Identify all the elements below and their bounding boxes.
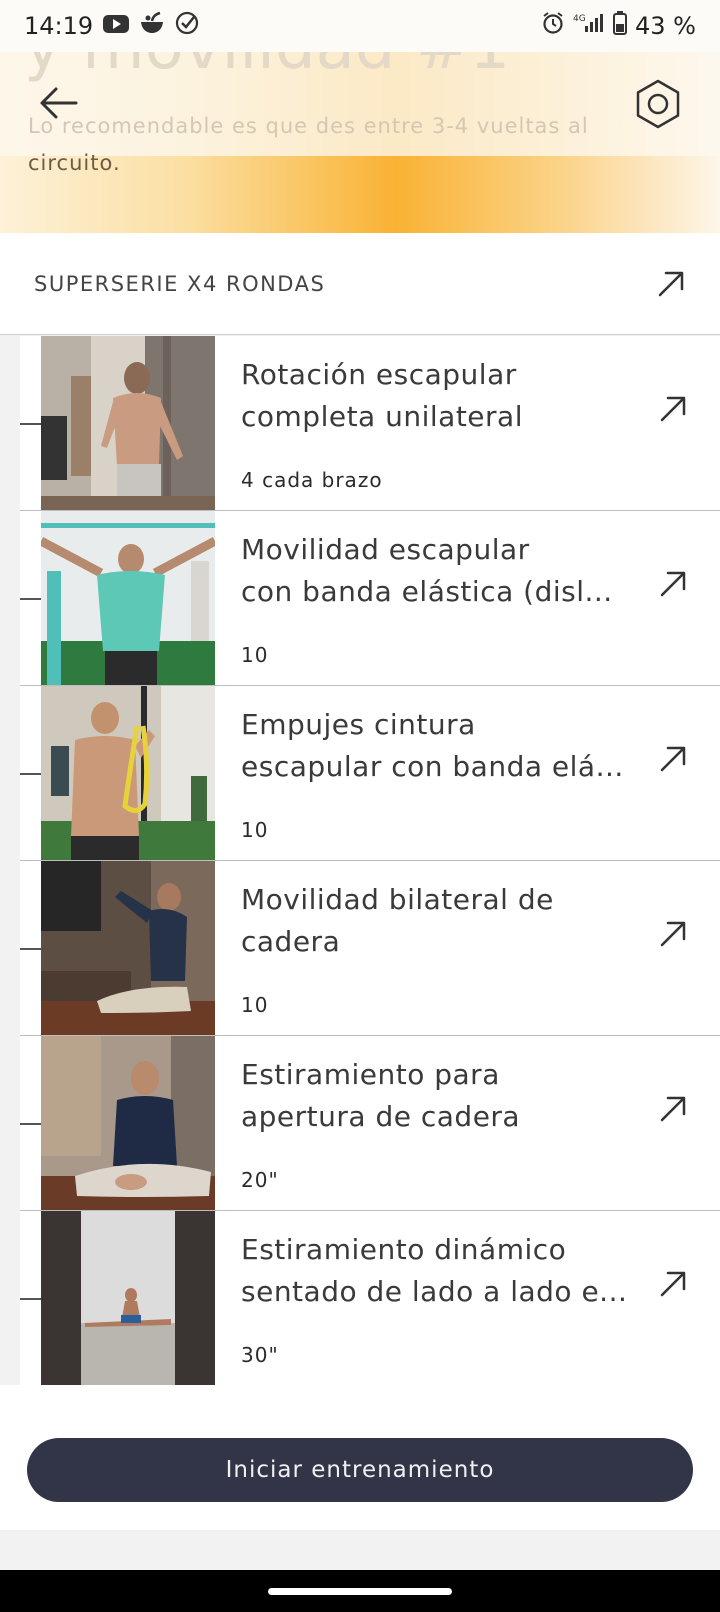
exercise-item[interactable]: Rotación escapular completa unilateral 4… xyxy=(20,336,720,511)
exercise-thumbnail xyxy=(41,686,215,860)
signal-icon: 4G xyxy=(573,12,605,40)
exercise-thumbnail xyxy=(41,1036,215,1210)
description-line2: circuito. xyxy=(28,151,121,175)
exercise-name-line2: escapular con banda elá... xyxy=(241,750,624,783)
exercise-name-line1: Estiramiento dinámico xyxy=(241,1233,567,1266)
circuit-tick xyxy=(20,773,41,775)
exercise-thumbnail xyxy=(41,511,215,685)
exercise-thumbnail xyxy=(41,1211,215,1385)
header-banner: y movilidad #1 Lo recomendable es que de… xyxy=(0,52,720,233)
home-indicator[interactable] xyxy=(268,1588,452,1595)
superset-header[interactable]: SUPERSERIE X4 RONDAS xyxy=(0,233,720,335)
bowl-icon xyxy=(139,11,165,41)
network-type-label: 4G xyxy=(573,14,586,24)
arrow-up-right-icon xyxy=(660,1096,686,1122)
exercise-name: Rotación escapular completa unilateral xyxy=(241,358,523,433)
description-line1: Lo recomendable es que des entre 3-4 vue… xyxy=(28,114,589,138)
arrow-left-icon xyxy=(40,87,78,119)
exercise-name-line1: Movilidad escapular xyxy=(241,533,530,566)
exercise-reps: 4 cada brazo xyxy=(241,468,383,492)
circuit-tick xyxy=(20,1123,41,1125)
arrow-up-right-icon xyxy=(660,1271,686,1297)
circuit-tick xyxy=(20,948,41,950)
exercise-item[interactable]: Movilidad escapular con banda elástica (… xyxy=(20,511,720,686)
exercise-name: Estiramiento para apertura de cadera xyxy=(241,1058,521,1133)
arrow-up-right-icon xyxy=(658,271,684,296)
exercise-item[interactable]: Movilidad bilateral de cadera 10 xyxy=(20,861,720,1036)
workout-description: Lo recomendable es que des entre 3-4 vue… xyxy=(28,108,648,182)
battery-percent: 43 % xyxy=(635,12,696,40)
exercise-reps: 10 xyxy=(241,993,269,1017)
settings-button[interactable] xyxy=(632,78,684,130)
exercise-reps: 10 xyxy=(241,818,269,842)
exercise-name: Movilidad bilateral de cadera xyxy=(241,883,554,958)
exercise-name: Empujes cintura escapular con banda elá.… xyxy=(241,704,631,788)
status-right: 4G 43 % xyxy=(541,11,696,41)
battery-icon xyxy=(613,11,628,41)
status-left: 14:19 xyxy=(24,11,199,41)
workout-title: y movilidad #1 xyxy=(24,52,510,84)
arrow-up-right-icon xyxy=(660,396,686,422)
exercise-name-line2: sentado de lado a lado e... xyxy=(241,1275,628,1308)
cta-area: Iniciar entrenamiento xyxy=(0,1385,720,1530)
exercise-thumbnail xyxy=(41,861,215,1035)
exercise-name: Estiramiento dinámico sentado de lado a … xyxy=(241,1229,631,1313)
status-bar: 14:19 4G 43 % xyxy=(0,0,720,52)
arrow-up-right-icon xyxy=(660,571,686,597)
clock: 14:19 xyxy=(24,12,94,40)
exercise-item[interactable]: Estiramiento para apertura de cadera 20" xyxy=(20,1036,720,1211)
check-circle-icon xyxy=(175,11,199,41)
exercise-name: Movilidad escapular con banda elástica (… xyxy=(241,529,631,613)
circuit-tick xyxy=(20,423,41,425)
back-button[interactable] xyxy=(36,80,84,128)
exercise-name-line2: con banda elástica (disl... xyxy=(241,575,613,608)
settings-hexagon-icon xyxy=(636,79,680,129)
arrow-up-right-icon xyxy=(660,746,686,772)
alarm-icon xyxy=(541,11,565,41)
superset-title: SUPERSERIE X4 RONDAS xyxy=(34,271,326,296)
exercise-item[interactable]: Estiramiento dinámico sentado de lado a … xyxy=(20,1211,720,1386)
exercise-thumbnail xyxy=(41,336,215,510)
exercise-reps: 20" xyxy=(241,1168,279,1192)
system-nav-bar xyxy=(0,1570,720,1612)
circuit-tick xyxy=(20,1298,41,1300)
exercise-reps: 10 xyxy=(241,643,269,667)
arrow-up-right-icon xyxy=(660,921,686,947)
exercise-item[interactable]: Empujes cintura escapular con banda elá.… xyxy=(20,686,720,861)
circuit-tick xyxy=(20,598,41,600)
start-workout-button[interactable]: Iniciar entrenamiento xyxy=(27,1438,693,1502)
exercise-name-line1: Empujes cintura xyxy=(241,708,476,741)
youtube-icon xyxy=(103,12,130,40)
exercise-reps: 30" xyxy=(241,1343,279,1367)
